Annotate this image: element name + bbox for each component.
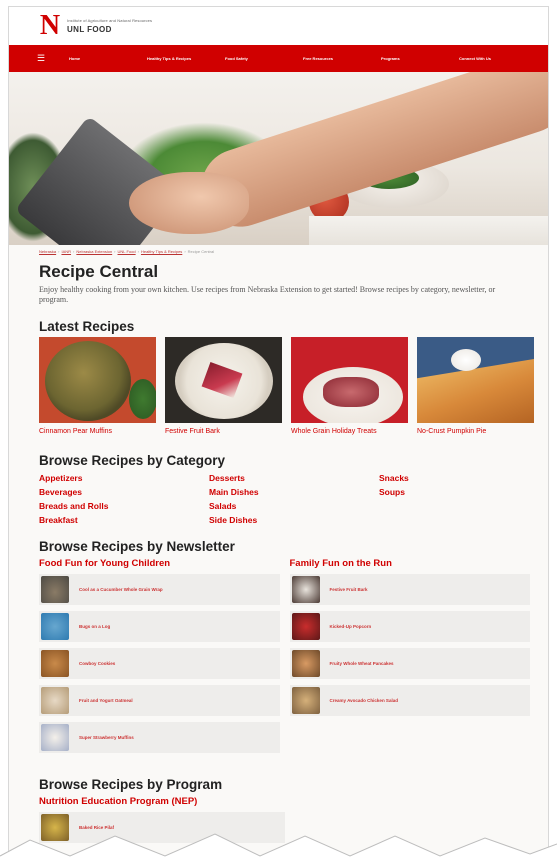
recipe-thumbnail[interactable] bbox=[291, 687, 320, 714]
hero-image bbox=[9, 72, 548, 245]
recipe-card[interactable]: Whole Grain Holiday Treats bbox=[291, 337, 408, 436]
category-link-appetizers[interactable]: Appetizers bbox=[39, 473, 209, 484]
recipe-image[interactable] bbox=[291, 337, 408, 423]
list-item-label[interactable]: Creamy Avocado Chicken Salad bbox=[330, 698, 398, 703]
list-item-label[interactable]: Bugs on a Log bbox=[79, 624, 110, 629]
nav-item-food-safety[interactable]: Food Safety bbox=[225, 56, 303, 61]
recipe-card-label[interactable]: No-Crust Pumpkin Pie bbox=[417, 428, 534, 436]
list-item[interactable]: Fruit and Yogurt Oatmeal bbox=[39, 685, 280, 716]
breadcrumb-link[interactable]: Nebraska Extension bbox=[76, 249, 112, 257]
list-item-label[interactable]: Cowboy Cookies bbox=[79, 661, 115, 666]
recipe-thumbnail[interactable] bbox=[41, 724, 69, 751]
breadcrumb-link[interactable]: Healthy Tips & Recipes bbox=[141, 249, 182, 257]
list-item-label[interactable]: Fruity Whole Wheat Pancakes bbox=[330, 661, 394, 666]
breadcrumb: Nebraska › IANR › Nebraska Extension › UNL … bbox=[39, 249, 530, 257]
list-item-label[interactable]: Cool as a Cucumber Whole Grain Wrap bbox=[79, 587, 163, 592]
recipe-image[interactable] bbox=[39, 337, 156, 423]
list-item-label[interactable]: Festive Fruit Bark bbox=[330, 587, 368, 592]
recipe-card[interactable]: Cinnamon Pear Muffins bbox=[39, 337, 156, 436]
recipe-thumbnail[interactable] bbox=[291, 650, 320, 677]
category-link-breakfast[interactable]: Breakfast bbox=[39, 515, 209, 526]
recipe-card-label[interactable]: Whole Grain Holiday Treats bbox=[291, 428, 408, 436]
section-heading: Browse Recipes by Newsletter bbox=[39, 539, 235, 554]
category-link-desserts[interactable]: Desserts bbox=[209, 473, 379, 484]
section-heading: Browse Recipes by Program bbox=[39, 777, 223, 792]
institute-name: Institute of Agriculture and Natural Res… bbox=[67, 18, 153, 23]
nav-item-home[interactable]: Home bbox=[69, 56, 147, 61]
breadcrumb-current: Recipe Central bbox=[187, 249, 215, 254]
category-link-salads[interactable]: Salads bbox=[209, 501, 379, 512]
recipe-image[interactable] bbox=[165, 337, 282, 423]
newsletter-section: Browse Recipes by Newsletter Food Fun fo… bbox=[39, 539, 530, 753]
recipe-card-label[interactable]: Festive Fruit Bark bbox=[165, 428, 282, 436]
site-brand[interactable]: Institute of Agriculture and Natural Res… bbox=[67, 18, 152, 34]
category-link-beverages[interactable]: Beverages bbox=[39, 487, 209, 498]
newsletter-title[interactable]: Food Fun for Young Children bbox=[39, 558, 280, 572]
section-heading: Latest Recipes bbox=[39, 319, 135, 334]
page-intro: Enjoy healthy cooking from your own kitc… bbox=[39, 285, 496, 304]
list-item[interactable]: Super Strawberry Muffins bbox=[39, 722, 280, 753]
category-link-side-dishes[interactable]: Side Dishes bbox=[209, 515, 379, 526]
list-item[interactable]: Bugs on a Log bbox=[39, 611, 280, 642]
list-item-label[interactable]: Fruit and Yogurt Oatmeal bbox=[79, 698, 133, 703]
recipe-card-label[interactable]: Cinnamon Pear Muffins bbox=[39, 428, 156, 436]
site-header: N Institute of Agriculture and Natural R… bbox=[9, 7, 548, 45]
recipe-thumbnail[interactable] bbox=[41, 687, 69, 714]
program-title[interactable]: Nutrition Education Program (NEP) bbox=[39, 796, 530, 810]
recipe-card[interactable]: No-Crust Pumpkin Pie bbox=[417, 337, 534, 436]
recipe-thumbnail[interactable] bbox=[291, 613, 320, 640]
nav-item-healthy-tips[interactable]: Healthy Tips & Recipes bbox=[147, 56, 225, 61]
recipe-thumbnail[interactable] bbox=[41, 576, 69, 603]
category-link-snacks[interactable]: Snacks bbox=[379, 473, 519, 484]
nav-item-programs[interactable]: Programs bbox=[381, 56, 459, 61]
recipe-image[interactable] bbox=[417, 337, 534, 423]
newsletter-column: Food Fun for Young Children Cool as a Cu… bbox=[39, 554, 280, 753]
list-item[interactable]: Cowboy Cookies bbox=[39, 648, 280, 679]
category-link-main-dishes[interactable]: Main Dishes bbox=[209, 487, 379, 498]
main-content: Nebraska › IANR › Nebraska Extension › UNL … bbox=[9, 249, 548, 843]
breadcrumb-link[interactable]: UNL Food bbox=[118, 249, 136, 257]
list-item[interactable]: Festive Fruit Bark bbox=[289, 574, 530, 605]
nav-item-connect[interactable]: Connect With Us bbox=[459, 56, 537, 61]
site-name: UNL FOOD bbox=[67, 25, 112, 34]
breadcrumb-link[interactable]: IANR bbox=[61, 249, 71, 257]
list-item-label[interactable]: Kicked-Up Popcorn bbox=[330, 624, 372, 629]
list-item[interactable]: Cool as a Cucumber Whole Grain Wrap bbox=[39, 574, 280, 605]
latest-recipes-section: Latest Recipes Cinnamon Pear Muffins Fes… bbox=[39, 319, 534, 436]
list-item-label[interactable]: Super Strawberry Muffins bbox=[79, 735, 134, 740]
category-link-soups[interactable]: Soups bbox=[379, 487, 519, 498]
list-item[interactable]: Fruity Whole Wheat Pancakes bbox=[289, 648, 530, 679]
recipe-thumbnail[interactable] bbox=[291, 576, 320, 603]
list-item[interactable]: Creamy Avocado Chicken Salad bbox=[289, 685, 530, 716]
web-page: N Institute of Agriculture and Natural R… bbox=[8, 6, 549, 866]
nebraska-n-logo[interactable]: N bbox=[39, 12, 61, 40]
recipe-thumbnail[interactable] bbox=[41, 613, 69, 640]
list-item[interactable]: Kicked-Up Popcorn bbox=[289, 611, 530, 642]
category-section: Browse Recipes by Category Appetizers De… bbox=[39, 453, 530, 526]
main-nav: ☰ Home Healthy Tips & Recipes Food Safet… bbox=[9, 45, 548, 72]
recipe-thumbnail[interactable] bbox=[41, 650, 69, 677]
breadcrumb-link[interactable]: Nebraska bbox=[39, 249, 56, 257]
page-title: Recipe Central bbox=[39, 262, 159, 281]
newsletter-column: Family Fun on the Run Festive Fruit Bark… bbox=[289, 554, 531, 753]
nav-item-free-resources[interactable]: Free Resources bbox=[303, 56, 381, 61]
category-link-breads[interactable]: Breads and Rolls bbox=[39, 501, 209, 512]
section-heading: Browse Recipes by Category bbox=[39, 453, 226, 468]
torn-page-edge bbox=[0, 833, 557, 866]
menu-icon[interactable]: ☰ bbox=[37, 53, 69, 64]
recipe-card[interactable]: Festive Fruit Bark bbox=[165, 337, 282, 436]
newsletter-title[interactable]: Family Fun on the Run bbox=[290, 558, 531, 572]
